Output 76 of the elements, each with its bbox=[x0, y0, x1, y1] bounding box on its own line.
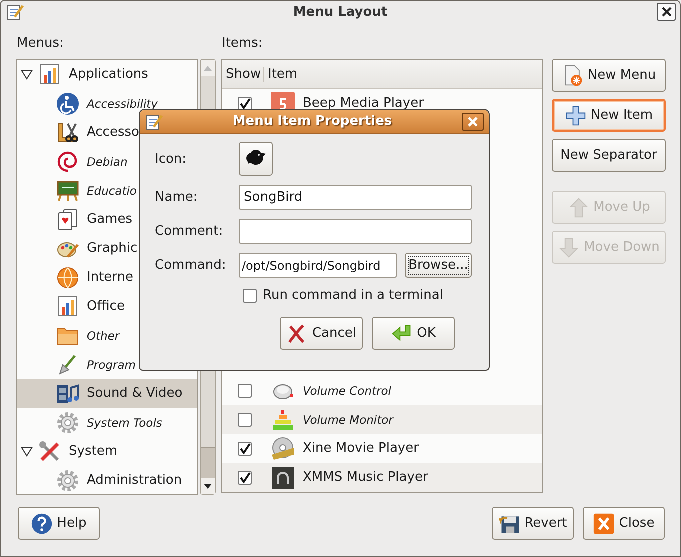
items-label: Items: bbox=[221, 36, 263, 50]
chart-icon bbox=[38, 62, 62, 86]
wrench-screwdriver-icon bbox=[38, 440, 62, 464]
notepad-icon bbox=[145, 112, 163, 130]
tree-item[interactable]: Administration bbox=[17, 466, 197, 494]
close-icon bbox=[468, 116, 478, 126]
level-meter-icon bbox=[271, 408, 295, 432]
window-title: Menu Layout bbox=[292, 4, 389, 20]
ruler-scissors-icon bbox=[56, 120, 80, 144]
item-name: Beep Media Player bbox=[303, 96, 424, 111]
field-label: Command: bbox=[155, 258, 228, 273]
chalkboard-icon bbox=[56, 178, 80, 202]
tree-item[interactable]: Accesso bbox=[17, 118, 197, 147]
item-name: Xine Movie Player bbox=[303, 441, 419, 456]
scroll-down-arrow-icon bbox=[204, 484, 212, 488]
show-checkbox[interactable] bbox=[238, 412, 252, 426]
tree-item[interactable]: Accessibility bbox=[17, 89, 197, 118]
tree-item[interactable]: Program bbox=[17, 350, 197, 379]
tree-item[interactable]: Other bbox=[17, 321, 197, 350]
tree-item[interactable]: System Tools bbox=[17, 408, 197, 437]
terminal-checkbox[interactable] bbox=[243, 288, 257, 302]
tree-item[interactable]: Applications bbox=[17, 60, 197, 89]
tree-item[interactable]: System bbox=[17, 437, 197, 466]
expander-icon[interactable] bbox=[21, 68, 33, 80]
show-checkbox[interactable] bbox=[238, 96, 252, 110]
icon-label: Icon: bbox=[155, 152, 188, 166]
item-name: XMMS Music Player bbox=[303, 470, 428, 485]
wheelchair-icon bbox=[56, 92, 80, 116]
column-header[interactable]: Show bbox=[222, 66, 264, 82]
film-music-icon bbox=[56, 382, 80, 406]
menu-button[interactable]: New Item bbox=[552, 99, 666, 132]
help-icon bbox=[31, 512, 54, 534]
close-icon bbox=[662, 7, 672, 17]
item-name: Volume Monitor bbox=[303, 412, 394, 426]
expander-icon[interactable] bbox=[21, 446, 33, 458]
field-label: Comment: bbox=[155, 224, 224, 239]
close-button[interactable] bbox=[462, 112, 484, 130]
disc-film-icon bbox=[271, 436, 295, 460]
scrollbar-thumb[interactable] bbox=[201, 447, 215, 478]
down-arrow-icon bbox=[558, 236, 580, 258]
icon-button[interactable] bbox=[239, 142, 273, 176]
item-name: Volume Control bbox=[303, 384, 392, 398]
headphones-icon bbox=[271, 466, 295, 490]
up-arrow-icon bbox=[568, 196, 590, 218]
text-field[interactable]: /opt/Songbird/Songbird bbox=[239, 253, 397, 278]
spiral-icon bbox=[56, 150, 80, 174]
notepad-icon bbox=[6, 3, 24, 21]
chart-icon bbox=[56, 294, 80, 318]
menu-button[interactable]: New Separator bbox=[552, 139, 666, 172]
close-icon bbox=[593, 512, 616, 534]
dialog-button[interactable]: OK bbox=[372, 317, 455, 350]
browse-button[interactable]: Browse... bbox=[405, 253, 472, 278]
show-checkbox[interactable] bbox=[238, 384, 252, 398]
action-button[interactable]: Close bbox=[583, 507, 665, 540]
close-button[interactable] bbox=[657, 3, 676, 21]
show-checkbox[interactable] bbox=[238, 470, 252, 484]
gear-icon bbox=[56, 468, 80, 492]
plus-icon bbox=[564, 104, 587, 126]
globe-icon bbox=[56, 266, 80, 290]
dialog-button[interactable]: Cancel bbox=[280, 317, 363, 350]
text-field[interactable]: SongBird bbox=[239, 185, 472, 210]
action-button[interactable]: Revert bbox=[492, 507, 574, 540]
column-header[interactable]: Item bbox=[264, 66, 298, 82]
scroll-up-arrow-icon bbox=[204, 66, 212, 70]
menu-button[interactable]: New Menu bbox=[552, 59, 666, 92]
gear-icon bbox=[56, 410, 80, 434]
playing-cards-icon bbox=[56, 208, 80, 232]
field-label: Name: bbox=[155, 190, 199, 205]
dialog-title: Menu Item Properties bbox=[232, 114, 394, 129]
tree-item[interactable]: Office bbox=[17, 292, 197, 321]
tree-item[interactable]: Sound & Video bbox=[17, 379, 197, 408]
text-field[interactable] bbox=[239, 219, 472, 244]
help-button[interactable]: Help bbox=[18, 507, 100, 540]
menus-label: Menus: bbox=[16, 36, 64, 50]
checkbox-label: Run command in a terminal bbox=[263, 288, 444, 303]
show-checkbox[interactable] bbox=[238, 442, 252, 456]
